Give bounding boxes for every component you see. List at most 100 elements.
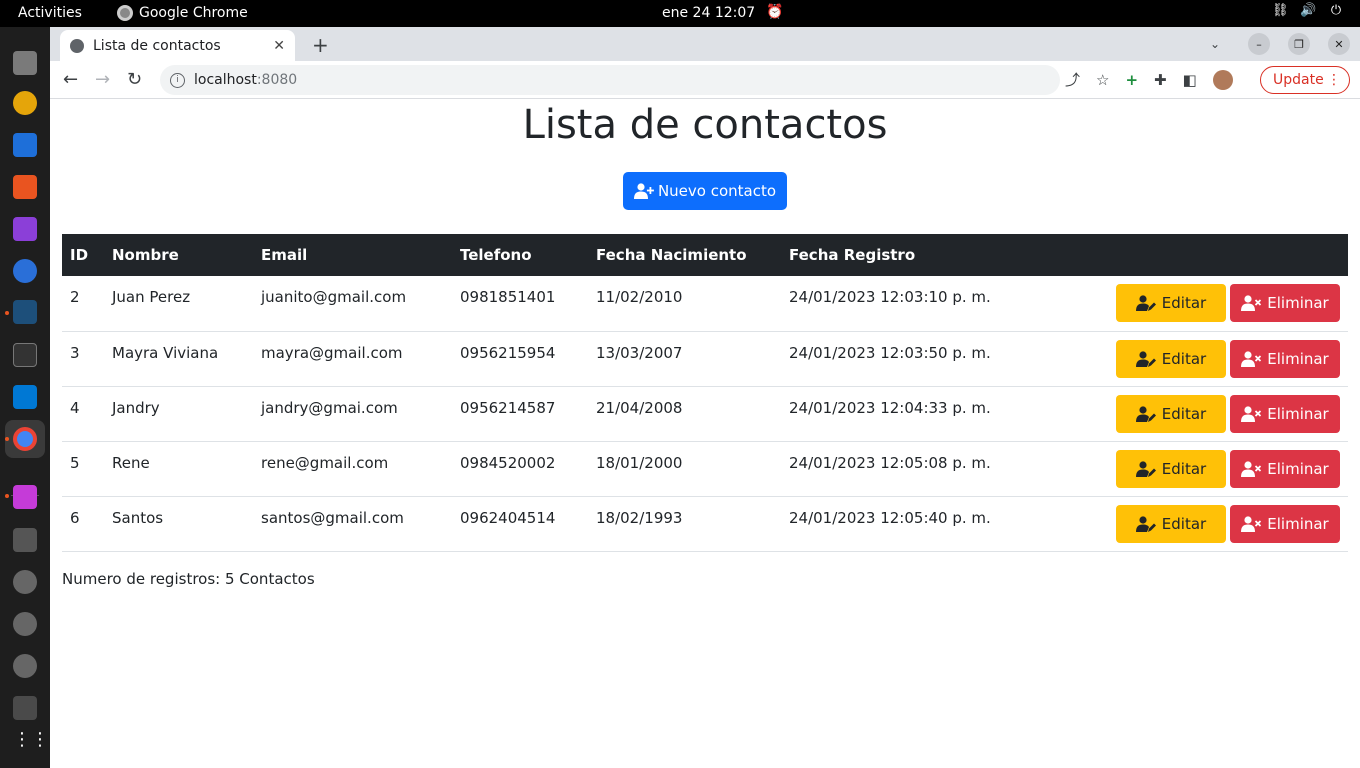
files-icon[interactable] (13, 51, 37, 75)
cell-id: 6 (70, 508, 80, 527)
activities-button[interactable]: Activities (18, 5, 82, 21)
star-icon[interactable]: ☆ (1096, 71, 1109, 89)
cell-fecha-nacimiento: 11/02/2010 (596, 288, 683, 306)
intellij-icon[interactable] (13, 217, 37, 241)
edit-label: Editar (1161, 459, 1207, 478)
cell-email: jandry@gmai.com (261, 398, 398, 417)
usb-drive-icon[interactable] (13, 528, 37, 552)
delete-label: Eliminar (1267, 349, 1329, 368)
clock[interactable]: ene 24 12:07 (662, 5, 755, 21)
cell-fecha-nacimiento: 21/04/2008 (596, 398, 683, 417)
rhythmbox-icon[interactable] (13, 91, 37, 115)
cell-id: 4 (70, 398, 80, 417)
maximize-button[interactable]: ❐ (1288, 33, 1310, 55)
edit-button[interactable]: Editar (1116, 394, 1226, 433)
delete-button[interactable]: Eliminar (1230, 339, 1340, 378)
mysql-workbench-icon[interactable] (13, 300, 37, 324)
reload-button[interactable]: ↻ (127, 69, 142, 90)
edit-button[interactable]: Editar (1116, 284, 1226, 322)
user-remove-icon (1241, 350, 1262, 367)
trash-icon[interactable] (13, 696, 37, 720)
cell-fecha-registro: 24/01/2023 12:05:08 p. m. (789, 453, 991, 472)
cell-fecha-nacimiento: 18/02/1993 (596, 508, 683, 527)
menu-icon[interactable]: ⋮ (1327, 72, 1341, 88)
minimize-button[interactable]: – (1248, 33, 1270, 55)
update-label: Update (1273, 72, 1324, 88)
tab-search-icon[interactable]: ⌄ (1210, 37, 1220, 51)
cell-actions: Editar Eliminar (1041, 331, 1348, 386)
url-port: :8080 (256, 72, 298, 88)
network-icon[interactable]: ⛓ (1272, 3, 1289, 21)
delete-button[interactable]: Eliminar (1230, 284, 1340, 322)
close-window-button[interactable]: ✕ (1328, 33, 1350, 55)
disc-icon[interactable] (13, 654, 37, 678)
cell-id: 2 (70, 288, 80, 306)
sidepanel-icon[interactable]: ◧ (1183, 71, 1197, 89)
user-edit-icon (1135, 295, 1156, 311)
cell-fecha-nacimiento: 13/03/2007 (596, 343, 683, 362)
globe-icon (70, 38, 84, 53)
address-bar[interactable]: i localhost:8080 (160, 65, 1060, 95)
cell-id: 3 (70, 343, 80, 362)
window-controls: ⌄ – ❐ ✕ (1210, 33, 1350, 55)
show-apps-icon[interactable]: ⋮⋮ (13, 729, 49, 753)
intellij-ultimate-icon[interactable] (13, 485, 37, 509)
column-header-fecha-registro: Fecha Registro (789, 246, 916, 264)
edit-button[interactable]: Editar (1116, 449, 1226, 488)
edit-button[interactable]: Editar (1116, 339, 1226, 378)
disc-icon[interactable] (13, 612, 37, 636)
chrome-dock-icon[interactable] (13, 427, 37, 451)
cell-nombre: Rene (112, 453, 150, 472)
power-icon[interactable]: ⏻ (1328, 3, 1344, 21)
cell-email: mayra@gmail.com (261, 343, 403, 362)
extension-add-icon[interactable]: + (1125, 71, 1138, 89)
disc-icon[interactable] (13, 570, 37, 594)
table-row: 2 Juan Perez juanito@gmail.com 098185140… (62, 276, 1348, 331)
back-button[interactable]: ← (63, 69, 78, 90)
forward-button[interactable]: → (95, 69, 110, 90)
new-tab-button[interactable]: + (312, 33, 329, 57)
terminal-icon[interactable] (13, 343, 37, 367)
vscode-icon[interactable] (13, 385, 37, 409)
share-icon[interactable]: ⤴ (1065, 69, 1080, 90)
edit-label: Editar (1161, 294, 1207, 312)
system-top-bar: Activities Google Chrome ene 24 12:07 ⏰ … (0, 0, 1360, 27)
volume-icon[interactable]: 🔊 (1300, 3, 1316, 21)
toolbar-icons: ⤴ ☆ + ✚ ◧ (1065, 69, 1233, 90)
chrome-icon (117, 5, 133, 21)
cell-actions: Editar Eliminar (1041, 276, 1348, 331)
app-menu[interactable]: Google Chrome (117, 5, 248, 21)
delete-label: Eliminar (1267, 459, 1329, 478)
cell-nombre: Jandry (112, 398, 160, 417)
webstorm-icon[interactable] (13, 259, 37, 283)
cell-email: rene@gmail.com (261, 453, 389, 472)
user-remove-icon (1241, 295, 1262, 311)
writer-icon[interactable] (13, 133, 37, 157)
update-button[interactable]: Update ⋮ (1260, 66, 1350, 94)
edit-label: Editar (1161, 404, 1207, 423)
extensions-icon[interactable]: ✚ (1154, 71, 1167, 89)
user-edit-icon (1135, 515, 1156, 532)
running-indicator (5, 311, 9, 315)
cell-telefono: 0962404514 (460, 508, 556, 527)
close-tab-icon[interactable]: ✕ (273, 38, 285, 54)
info-icon[interactable]: i (170, 72, 185, 88)
cell-fecha-registro: 24/01/2023 12:03:10 p. m. (789, 288, 991, 306)
user-edit-icon (1135, 350, 1156, 367)
table-header-row: ID Nombre Email Telefono Fecha Nacimient… (62, 234, 1348, 276)
edit-button[interactable]: Editar (1116, 504, 1226, 543)
software-center-icon[interactable] (13, 175, 37, 199)
tab-lista-de-contactos[interactable]: Lista de contactos ✕ (60, 30, 295, 61)
delete-button[interactable]: Eliminar (1230, 504, 1340, 543)
delete-label: Eliminar (1267, 514, 1329, 533)
cell-actions: Editar Eliminar (1041, 386, 1348, 441)
delete-button[interactable]: Eliminar (1230, 449, 1340, 488)
new-contact-button[interactable]: Nuevo contacto (623, 172, 787, 210)
system-tray[interactable]: ⛓ 🔊 ⏻ (1272, 3, 1344, 21)
profile-avatar[interactable] (1212, 69, 1233, 90)
user-edit-icon (1135, 405, 1156, 422)
column-header-id: ID (70, 246, 89, 264)
cell-telefono: 0984520002 (460, 453, 556, 472)
delete-button[interactable]: Eliminar (1230, 394, 1340, 433)
delete-label: Eliminar (1267, 294, 1329, 312)
